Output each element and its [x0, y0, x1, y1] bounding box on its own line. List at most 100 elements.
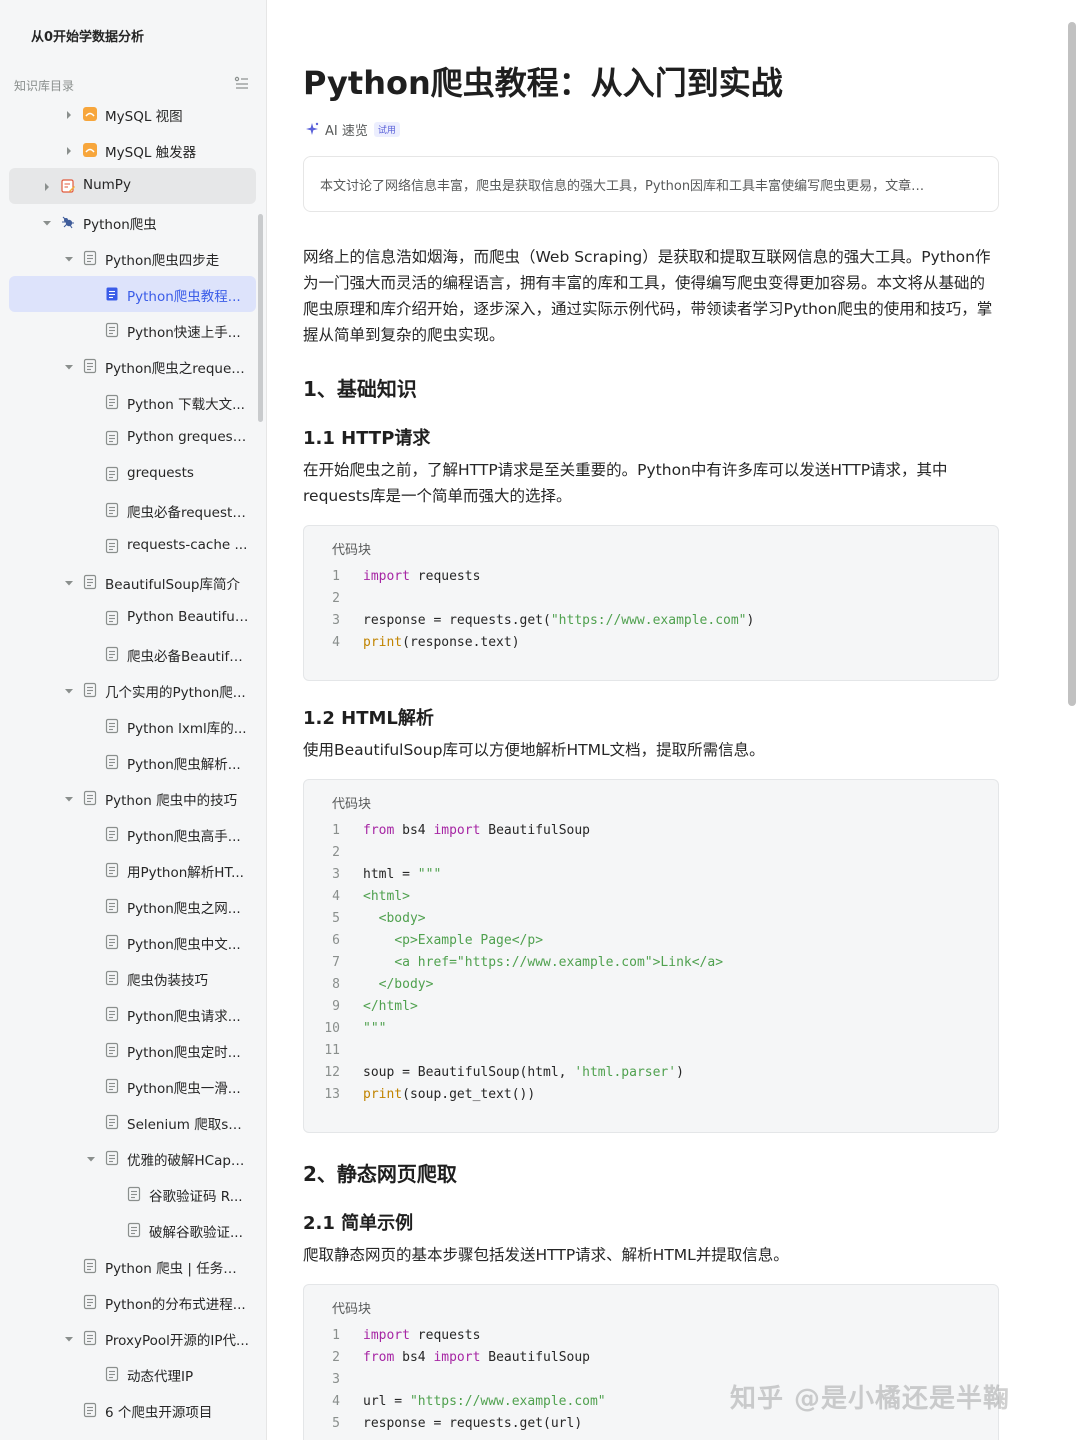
toc-item-label: Python lxml库的...	[127, 721, 247, 737]
ai-summary-box[interactable]: 本文讨论了网络信息丰富，爬虫是获取信息的强大工具，Python因库和工具丰富使编…	[303, 156, 999, 212]
heading-html: 1.2 HTML解析	[303, 708, 434, 729]
doc-icon	[104, 1114, 120, 1130]
list-view-icon[interactable]	[234, 75, 250, 91]
code-text: from bs4 import BeautifulSoup	[363, 1350, 590, 1365]
toc-item[interactable]: Python BeautifulS...	[9, 600, 256, 636]
toc-item[interactable]: NumPy	[9, 168, 256, 204]
toc-item[interactable]: 优雅的破解HCapt...	[9, 1140, 256, 1176]
code-line: 4 <html>	[304, 886, 998, 908]
toc-item[interactable]: requests-cache ...	[9, 528, 256, 564]
toc-item[interactable]: Python爬虫中文...	[9, 924, 256, 960]
orange-db-icon	[82, 106, 98, 122]
toc-item[interactable]: Python的分布式进程...	[9, 1284, 256, 1320]
toc-item-label: Python 爬虫 | 任务调...	[105, 1261, 249, 1277]
caret-right-icon[interactable]	[40, 179, 54, 193]
toc-item[interactable]: Python爬虫之网...	[9, 888, 256, 924]
toc-item-label: 优雅的破解HCapt...	[127, 1153, 249, 1169]
line-number: 4	[332, 1394, 340, 1409]
code-block-1[interactable]: 代码块 1 import requests 2 3 response = request…	[303, 525, 999, 681]
toc-item[interactable]: MySQL 触发器	[9, 132, 256, 168]
toc-item[interactable]: 动态代理IP	[9, 1356, 256, 1392]
doc-icon	[104, 898, 120, 914]
code-line: 2	[304, 588, 998, 610]
toc-item[interactable]: Selenium 爬取sh...	[9, 1104, 256, 1140]
doc-icon	[104, 286, 120, 302]
toc-item-label: 爬虫伪装技巧	[127, 973, 208, 989]
toc-item[interactable]: Python爬虫解析...	[9, 744, 256, 780]
toc-item-label: 破解谷歌验证...	[149, 1225, 243, 1241]
code-line: 13 print(soup.get_text())	[304, 1084, 998, 1106]
doc-icon	[82, 358, 98, 374]
toc-item[interactable]: Python lxml库的...	[9, 708, 256, 744]
toc-item[interactable]: 破解谷歌验证...	[9, 1212, 256, 1248]
toc-item[interactable]: Python 爬虫中的技巧	[9, 780, 256, 816]
toc-item[interactable]: Python爬虫教程...	[9, 276, 256, 312]
ai-overview-label: AI 速览	[325, 123, 368, 139]
toc-item[interactable]: Python grequests...	[9, 420, 256, 456]
toc-item[interactable]: Python 爬虫 | 任务调...	[9, 1248, 256, 1284]
toc-item[interactable]: Python爬虫四步走	[9, 240, 256, 276]
caret-right-icon[interactable]	[62, 143, 76, 157]
line-number: 10	[324, 1021, 340, 1036]
toc-item-label: Python 下载大文...	[127, 397, 245, 413]
code-block-2[interactable]: 代码块 1 from bs4 import BeautifulSoup 2 3 html…	[303, 779, 999, 1133]
toc-item[interactable]: grequests	[9, 456, 256, 492]
toc-item-label: Python的分布式进程...	[105, 1297, 246, 1313]
toc-item[interactable]: 几个实用的Python爬...	[9, 672, 256, 708]
edit-note-icon	[60, 178, 76, 194]
toc-item[interactable]: 爬虫伪装技巧	[9, 960, 256, 996]
toc-item[interactable]: 谷歌验证码 R...	[9, 1176, 256, 1212]
toc-item[interactable]: Python爬虫高手...	[9, 816, 256, 852]
toc-item[interactable]: BeautifulSoup库简介	[9, 564, 256, 600]
article-area: Python爬虫教程：从入门到实战 AI 速览 试用 本文讨论了网络信息丰富，爬…	[267, 0, 1080, 1440]
toc-item[interactable]: MySQL 视图	[9, 96, 256, 132]
toc-item-label: Python爬虫之网...	[127, 901, 241, 917]
doc-icon	[82, 1330, 98, 1346]
toc-label: 知识库目录	[14, 79, 75, 93]
code-line: 8 </body>	[304, 974, 998, 996]
toc-item[interactable]: 用Python解析HT...	[9, 852, 256, 888]
doc-icon	[104, 1006, 120, 1022]
toc-item[interactable]: Python爬虫请求...	[9, 996, 256, 1032]
caret-down-icon[interactable]	[62, 575, 76, 589]
ai-overview[interactable]: AI 速览 试用	[305, 120, 400, 139]
caret-down-icon[interactable]	[62, 683, 76, 697]
caret-down-icon[interactable]	[40, 215, 54, 229]
toc-item[interactable]: ProxyPool开源的IP代...	[9, 1320, 256, 1356]
caret-down-icon[interactable]	[62, 251, 76, 265]
line-number: 1	[332, 823, 340, 838]
toc-item-label: 用Python解析HT...	[127, 865, 244, 881]
caret-down-icon[interactable]	[62, 791, 76, 805]
toc-item[interactable]: Python爬虫定时...	[9, 1032, 256, 1068]
knowledge-base-title[interactable]: 从0开始学数据分析	[31, 26, 144, 45]
caret-right-icon[interactable]	[62, 107, 76, 121]
sidebar-scrollbar[interactable]	[258, 214, 263, 422]
caret-down-icon[interactable]	[62, 1331, 76, 1345]
doc-icon	[104, 754, 120, 770]
line-number: 9	[332, 999, 340, 1014]
toc-item[interactable]: Python爬虫一滑...	[9, 1068, 256, 1104]
caret-down-icon[interactable]	[84, 1151, 98, 1165]
code-block-label: 代码块	[332, 797, 372, 812]
code-block-3[interactable]: 代码块 1 import requests 2 from bs4 import Bea…	[303, 1284, 999, 1440]
toc-item[interactable]: Python爬虫	[9, 204, 256, 240]
toc-item[interactable]: Python快速上手...	[9, 312, 256, 348]
doc-icon	[82, 1258, 98, 1274]
doc-icon	[82, 1402, 98, 1418]
toc-item[interactable]: 6 个爬虫开源项目	[9, 1392, 256, 1428]
toc-item-label: MySQL 视图	[105, 109, 183, 125]
intro-paragraph: 网络上的信息浩如烟海，而爬虫（Web Scraping）是获取和提取互联网信息的…	[303, 248, 993, 344]
code-line: 5 <body>	[304, 908, 998, 930]
sidebar: 从0开始学数据分析 知识库目录 MySQL 视图 MySQL 触发器 NumPy Py…	[0, 0, 267, 1440]
toc-item[interactable]: 爬虫必备requests...	[9, 492, 256, 528]
heading-static: 2、静态网页爬取	[303, 1162, 457, 1186]
code-line: 2 from bs4 import BeautifulSoup	[304, 1347, 998, 1369]
toc-item[interactable]: Python爬虫之request...	[9, 348, 256, 384]
toc-item[interactable]: 爬虫必备Beautifu...	[9, 636, 256, 672]
toc-item-label: NumPy	[83, 177, 131, 193]
code-text: </body>	[378, 977, 434, 992]
toc-item-label: requests-cache ...	[127, 537, 248, 553]
toc-item[interactable]: Python 下载大文...	[9, 384, 256, 420]
main-scrollbar[interactable]	[1068, 22, 1076, 706]
caret-down-icon[interactable]	[62, 359, 76, 373]
